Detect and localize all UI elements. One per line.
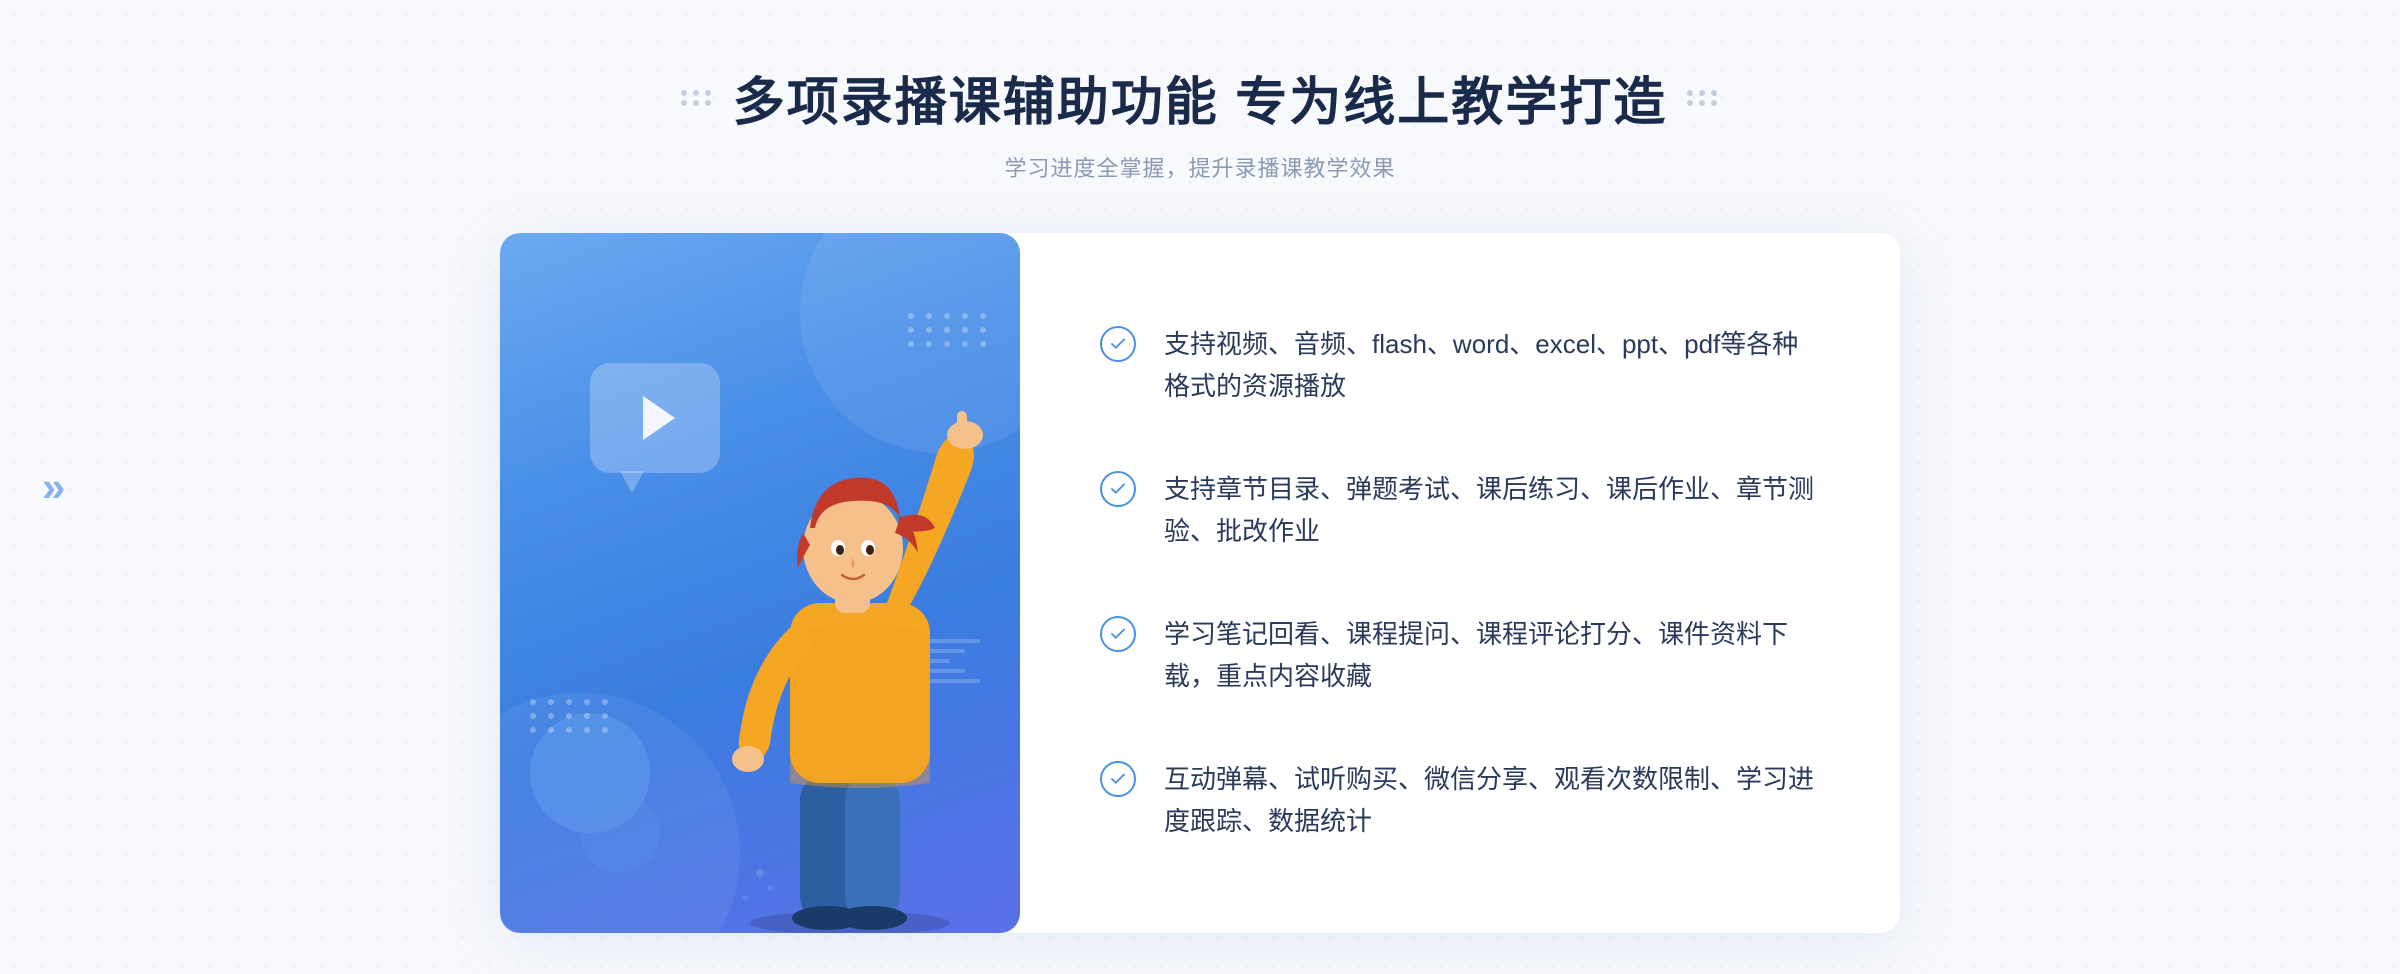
dot [1699, 90, 1705, 96]
circle-decoration-1 [530, 713, 650, 833]
dot [602, 727, 608, 733]
dot [1687, 90, 1693, 96]
content-card: 支持视频、音频、flash、word、excel、ppt、pdf等各种格式的资源… [500, 233, 1900, 933]
feature-item-1: 支持视频、音频、flash、word、excel、ppt、pdf等各种格式的资源… [1100, 324, 1820, 407]
feature-item-3: 学习笔记回看、课程提问、课程评论打分、课件资料下载，重点内容收藏 [1100, 614, 1820, 697]
dot [584, 727, 590, 733]
check-icon-3 [1100, 616, 1136, 652]
person-illustration [670, 353, 1020, 933]
dot [980, 313, 986, 319]
dot [566, 727, 572, 733]
title-row: 多项录播课辅助功能 专为线上教学打造 [681, 60, 1719, 135]
dot [548, 727, 554, 733]
dot [1711, 90, 1717, 96]
dot [1699, 100, 1705, 106]
dot [705, 100, 711, 106]
check-icon-2 [1100, 471, 1136, 507]
dot [530, 727, 536, 733]
check-icon-4 [1100, 761, 1136, 797]
feature-text-1: 支持视频、音频、flash、word、excel、ppt、pdf等各种格式的资源… [1164, 324, 1820, 407]
dot [926, 341, 932, 347]
dot [693, 90, 699, 96]
feature-text-2: 支持章节目录、弹题考试、课后练习、课后作业、章节测验、批改作业 [1164, 469, 1820, 552]
dot [962, 327, 968, 333]
left-decorative-dots [681, 90, 713, 106]
dot [1711, 100, 1717, 106]
dot [926, 327, 932, 333]
dot [602, 713, 608, 719]
dot [693, 100, 699, 106]
feature-item-2: 支持章节目录、弹题考试、课后练习、课后作业、章节测验、批改作业 [1100, 469, 1820, 552]
dot [908, 313, 914, 319]
dot [584, 713, 590, 719]
feature-item-4: 互动弹幕、试听购买、微信分享、观看次数限制、学习进度跟踪、数据统计 [1100, 759, 1820, 842]
check-icon-1 [1100, 326, 1136, 362]
feature-text-3: 学习笔记回看、课程提问、课程评论打分、课件资料下载，重点内容收藏 [1164, 614, 1820, 697]
feature-text-4: 互动弹幕、试听购买、微信分享、观看次数限制、学习进度跟踪、数据统计 [1164, 759, 1820, 842]
header-section: 多项录播课辅助功能 专为线上教学打造 学习进度全掌握，提升录播课教学效果 [681, 60, 1719, 183]
dot [908, 327, 914, 333]
dot [681, 90, 687, 96]
dot [962, 313, 968, 319]
dot [681, 100, 687, 106]
dot [530, 713, 536, 719]
illustration-panel [500, 233, 1020, 933]
dot [962, 341, 968, 347]
chevron-right-icon: » [42, 463, 65, 510]
dots-decoration-mid [530, 699, 612, 733]
dot [705, 90, 711, 96]
dot [926, 313, 932, 319]
page-container: 多项录播课辅助功能 专为线上教学打造 学习进度全掌握，提升录播课教学效果 » [0, 0, 2400, 974]
dot [566, 713, 572, 719]
page-subtitle: 学习进度全掌握，提升录播课教学效果 [681, 151, 1719, 183]
right-decorative-dots [1687, 90, 1719, 106]
dot [530, 699, 536, 705]
dot [944, 313, 950, 319]
page-title: 多项录播课辅助功能 专为线上教学打造 [733, 60, 1667, 135]
dot [944, 327, 950, 333]
dot [908, 341, 914, 347]
circle-decoration-2 [580, 793, 660, 873]
dots-decoration-top [908, 313, 990, 347]
dot [548, 713, 554, 719]
dot [548, 699, 554, 705]
dot [584, 699, 590, 705]
dot [980, 327, 986, 333]
dot [944, 341, 950, 347]
dot [566, 699, 572, 705]
dot [602, 699, 608, 705]
left-chevron-decoration: » [42, 463, 65, 511]
features-panel: 支持视频、音频、flash、word、excel、ppt、pdf等各种格式的资源… [1020, 233, 1900, 933]
dot [1687, 100, 1693, 106]
dot [980, 341, 986, 347]
